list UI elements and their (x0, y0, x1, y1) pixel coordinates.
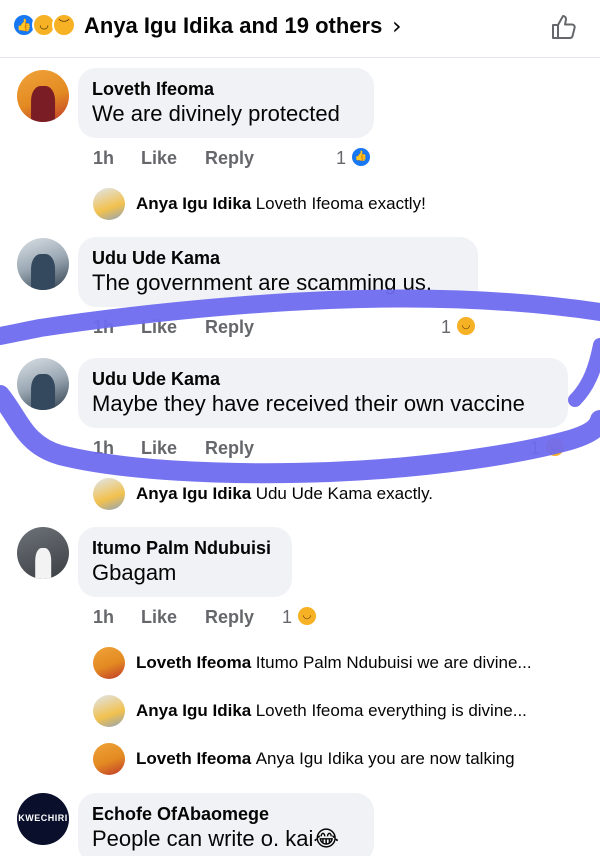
reply-text: Loveth Ifeoma everything is divine... (255, 701, 527, 720)
reply-preview[interactable]: Loveth Ifeoma Anya Igu Idika you are now… (136, 749, 515, 781)
avatar-figure (35, 547, 51, 579)
avatar-figure (31, 373, 55, 410)
comment-bubble[interactable]: Itumo Palm Ndubuisi Gbagam (78, 527, 292, 597)
comment-author[interactable]: Echofe OfAbaomege (92, 803, 360, 825)
comment-text: Maybe they have received their own vacci… (92, 391, 525, 416)
comment-author[interactable]: Udu Ude Kama (92, 368, 554, 390)
like-button[interactable]: Like (141, 438, 177, 459)
avatar[interactable] (17, 527, 69, 579)
comment-timestamp[interactable]: 1h (93, 317, 114, 338)
comment-text: People can write o. kai😂 (92, 826, 340, 851)
comment-actions: 1h Like Reply (93, 317, 293, 341)
comment-author[interactable]: Udu Ude Kama (92, 247, 464, 269)
avatar[interactable] (17, 358, 69, 410)
haha-reaction-icon[interactable]: ◡ (455, 315, 477, 337)
comment-timestamp[interactable]: 1h (93, 438, 114, 459)
reaction-count[interactable]: 1 (530, 438, 540, 459)
reply-text: Anya Igu Idika you are now talking (255, 749, 515, 768)
avatar[interactable] (17, 70, 69, 122)
comment-author[interactable]: Itumo Palm Ndubuisi (92, 537, 278, 559)
avatar[interactable] (17, 238, 69, 290)
comment-bubble[interactable]: Loveth Ifeoma We are divinely protected (78, 68, 374, 138)
comment-text: We are divinely protected (92, 101, 340, 126)
reply-button[interactable]: Reply (205, 438, 254, 459)
avatar[interactable] (93, 647, 125, 679)
haha-reaction-icon[interactable]: ◡ (296, 605, 318, 627)
like-button[interactable]: Like (141, 148, 177, 169)
avatar[interactable] (93, 188, 125, 220)
comment-actions: 1h Like Reply (93, 438, 293, 462)
thumbs-up-icon[interactable] (549, 12, 579, 42)
reaction-summary[interactable]: 👍 ◡ ︶ (12, 13, 78, 39)
comment-bubble[interactable]: Echofe OfAbaomege People can write o. ka… (78, 793, 374, 856)
reactors-summary-text[interactable]: Anya Igu Idika and 19 others (84, 13, 382, 39)
reaction-count[interactable]: 1 (282, 607, 292, 628)
chevron-right-icon[interactable]: › (392, 12, 402, 40)
reply-author[interactable]: Anya Igu Idika (136, 194, 251, 213)
like-button[interactable]: Like (141, 607, 177, 628)
comment-text: Gbagam (92, 560, 177, 585)
avatar[interactable] (93, 478, 125, 510)
reactions-header[interactable]: 👍 ◡ ︶ Anya Igu Idika and 19 others › (0, 0, 600, 58)
comment-text: The government are scamming us. (92, 270, 432, 295)
reply-author[interactable]: Loveth Ifeoma (136, 653, 251, 672)
reply-author[interactable]: Anya Igu Idika (136, 701, 251, 720)
reply-button[interactable]: Reply (205, 607, 254, 628)
reply-preview[interactable]: Anya Igu Idika Udu Ude Kama exactly. (136, 484, 433, 516)
avatar[interactable]: KWECHIRI (17, 793, 69, 845)
avatar-figure (31, 85, 55, 122)
comment-bubble[interactable]: Udu Ude Kama The government are scamming… (78, 237, 478, 307)
reply-text: Itumo Palm Ndubuisi we are divine... (255, 653, 532, 672)
reply-preview[interactable]: Anya Igu Idika Loveth Ifeoma everything … (136, 701, 527, 733)
reply-text: Udu Ude Kama exactly. (255, 484, 434, 503)
reply-preview[interactable]: Anya Igu Idika Loveth Ifeoma exactly! (136, 194, 426, 226)
like-button[interactable]: Like (141, 317, 177, 338)
reply-author[interactable]: Loveth Ifeoma (136, 749, 251, 768)
comment-actions: 1h Like Reply (93, 148, 293, 172)
avatar[interactable] (93, 695, 125, 727)
comment-author[interactable]: Loveth Ifeoma (92, 78, 360, 100)
haha-reaction-icon[interactable]: ◡ (544, 436, 566, 458)
reply-text: Loveth Ifeoma exactly! (255, 194, 426, 213)
like-reaction-icon[interactable]: 👍 (350, 146, 372, 168)
reply-button[interactable]: Reply (205, 317, 254, 338)
comment-actions: 1h Like Reply (93, 607, 293, 631)
reaction-count[interactable]: 1 (336, 148, 346, 169)
reply-author[interactable]: Anya Igu Idika (136, 484, 251, 503)
reply-button[interactable]: Reply (205, 148, 254, 169)
comment-timestamp[interactable]: 1h (93, 607, 114, 628)
reaction-count[interactable]: 1 (441, 317, 451, 338)
reply-preview[interactable]: Loveth Ifeoma Itumo Palm Ndubuisi we are… (136, 653, 532, 685)
avatar[interactable] (93, 743, 125, 775)
page-logo-text: KWECHIRI (18, 813, 68, 823)
sad-reaction-icon: ︶ (52, 13, 76, 37)
avatar-figure (31, 253, 55, 290)
comment-timestamp[interactable]: 1h (93, 148, 114, 169)
comment-bubble[interactable]: Udu Ude Kama Maybe they have received th… (78, 358, 568, 428)
